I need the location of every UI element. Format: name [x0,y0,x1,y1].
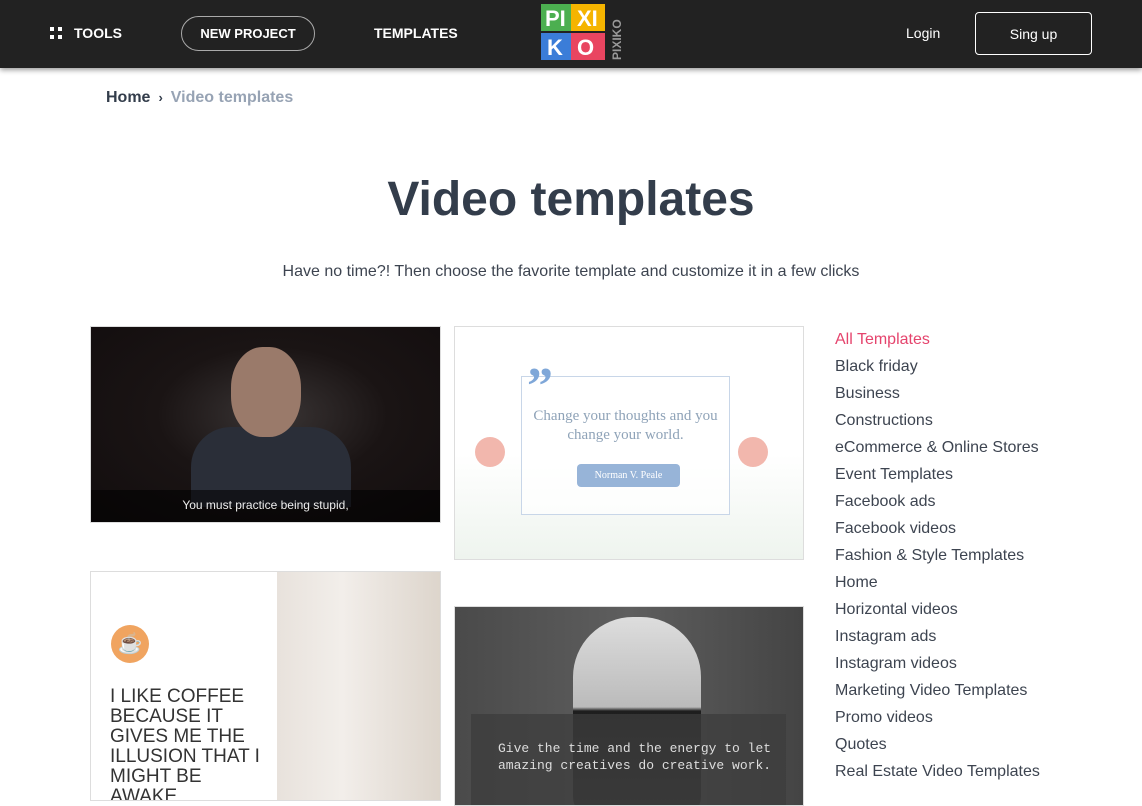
category-item[interactable]: Black friday [835,358,1040,385]
category-item[interactable]: Instagram ads [835,628,1040,655]
template-card[interactable]: ☕ I LIKE COFFEE BECAUSE IT GIVES ME THE … [90,571,441,801]
video-thumbnail-face [231,347,301,437]
breadcrumb-current: Video templates [170,89,294,106]
category-item[interactable]: eCommerce & Online Stores [835,439,1040,466]
flower-decoration [475,437,505,467]
category-item[interactable]: Constructions [835,412,1040,439]
template-card[interactable]: You must practice being stupid, [90,326,441,523]
category-item[interactable]: Instagram videos [835,655,1040,682]
hourglass-text: Give the time and the energy to let amaz… [498,741,772,773]
templates-link[interactable]: TEMPLATES [374,25,458,41]
category-item[interactable]: Event Templates [835,466,1040,493]
category-item[interactable]: Quotes [835,736,1040,763]
category-item[interactable]: Fashion & Style Templates [835,547,1040,574]
category-item[interactable]: Horizontal videos [835,601,1040,628]
svg-text:PI: PI [545,6,566,31]
grid-icon [50,27,62,39]
category-item[interactable]: Business [835,385,1040,412]
breadcrumb-home[interactable]: Home [106,89,150,106]
tools-label: TOOLS [74,25,122,41]
quote-text: Change your thoughts and you change your… [533,408,718,443]
svg-text:XI: XI [577,6,598,31]
coffee-cup-icon: ☕ [111,625,149,663]
top-nav: TOOLS NEW PROJECT TEMPLATES PI XI K O PI… [0,0,1142,68]
category-all-templates[interactable]: All Templates [835,331,1040,358]
category-item[interactable]: Home [835,574,1040,601]
page-subtitle: Have no time?! Then choose the favorite … [282,263,860,280]
template-card[interactable]: ” Change your thoughts and you change yo… [454,326,804,560]
category-item[interactable]: Marketing Video Templates [835,682,1040,709]
coffee-photo [277,572,440,800]
coffee-text: I LIKE COFFEE BECAUSE IT GIVES ME THE IL… [110,686,260,801]
video-caption: You must practice being stupid, [91,490,440,522]
category-item[interactable]: Facebook videos [835,520,1040,547]
pixiko-logo[interactable]: PI XI K O PIXIKO [541,4,625,62]
signup-button[interactable]: Sing up [975,12,1092,55]
svg-text:K: K [547,35,563,60]
category-item[interactable]: Real Estate Video Templates [835,763,1040,790]
chevron-right-icon: › [158,90,163,105]
quote-author: Norman V. Peale [577,464,680,487]
category-item[interactable]: Facebook ads [835,493,1040,520]
category-list: All Templates Black friday Business Cons… [835,331,1040,790]
login-link[interactable]: Login [906,25,940,41]
breadcrumb: Home › Video templates [106,89,293,107]
template-card[interactable]: Give the time and the energy to let amaz… [454,606,804,806]
svg-text:PIXIKO: PIXIKO [610,19,624,60]
svg-text:O: O [577,35,594,60]
flower-decoration [738,437,768,467]
category-item[interactable]: Promo videos [835,709,1040,736]
new-project-button[interactable]: NEW PROJECT [181,16,315,51]
page-title: Video templates [387,173,755,226]
tools-menu[interactable]: TOOLS [50,25,122,41]
